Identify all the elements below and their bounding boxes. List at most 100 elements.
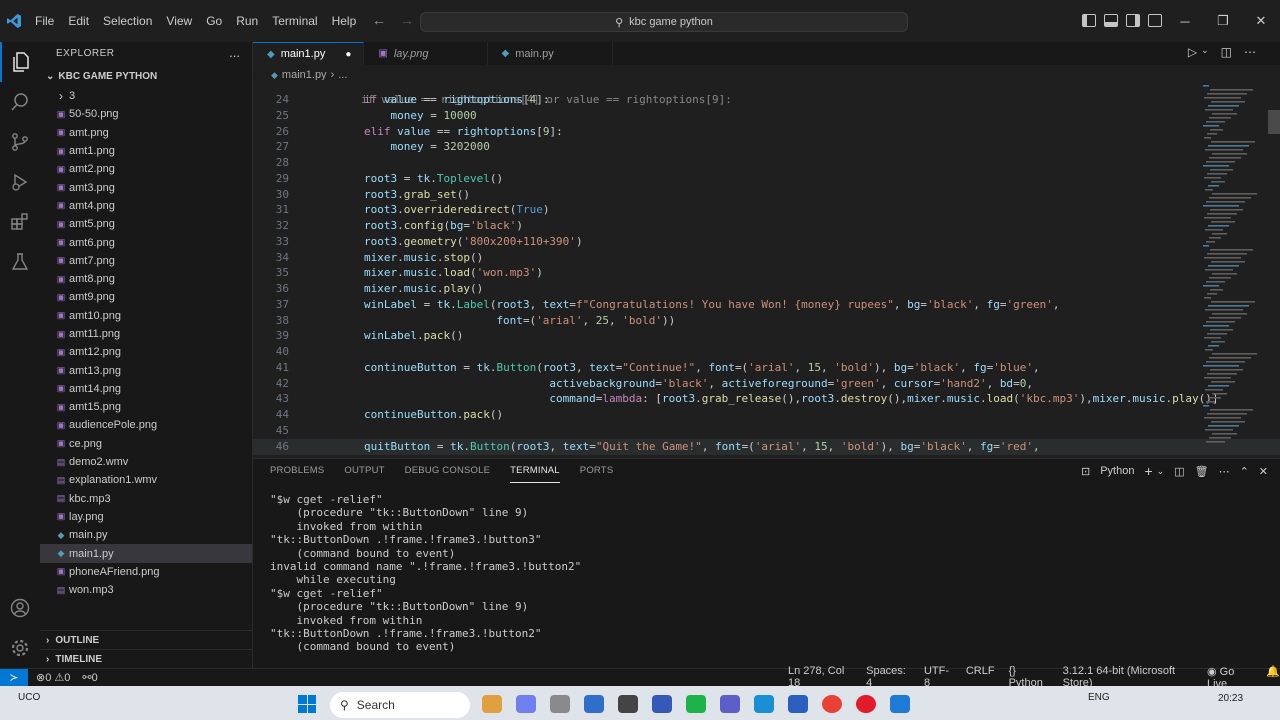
account-icon[interactable] — [0, 588, 40, 628]
terminal-output[interactable]: "$w cget -relief" (procedure "tk::Button… — [270, 493, 581, 654]
menu-file[interactable]: File — [28, 0, 61, 42]
clock[interactable]: 20:23 — [1218, 693, 1243, 704]
file-item[interactable]: ▣ amt5.png — [40, 215, 252, 233]
file-item[interactable]: ▤ explanation1.wmv — [40, 471, 252, 489]
terminal-shell-label[interactable]: Python — [1100, 465, 1134, 477]
new-terminal-icon[interactable]: + — [1144, 463, 1152, 479]
file-item[interactable]: ▣ 50-50.png — [40, 105, 252, 123]
file-item[interactable]: ▣ amt6.png — [40, 233, 252, 251]
teams-icon[interactable] — [720, 695, 740, 713]
file-item[interactable]: ▤ kbc.mp3 — [40, 490, 252, 508]
tab-lay-png[interactable]: ▣ lay.png — [364, 42, 488, 65]
minimize-icon[interactable]: ─ — [1166, 0, 1204, 42]
widget-app-icon[interactable] — [482, 695, 502, 713]
menu-edit[interactable]: Edit — [61, 0, 96, 42]
split-terminal-icon[interactable]: ◫ — [1174, 465, 1184, 478]
system-tray-lang[interactable]: ENG — [1088, 692, 1110, 703]
tab-ports[interactable]: PORTS — [580, 459, 614, 483]
opera-icon[interactable] — [856, 695, 876, 713]
file-item[interactable]: ▣ lay.png — [40, 508, 252, 526]
source-control-icon[interactable] — [0, 122, 40, 162]
file-explorer-icon[interactable] — [550, 695, 570, 713]
edge-icon[interactable] — [754, 695, 774, 713]
tab-output[interactable]: OUTPUT — [344, 459, 384, 483]
menu-go[interactable]: Go — [199, 0, 229, 42]
menu-run[interactable]: Run — [229, 0, 265, 42]
toggle-sidebar-icon[interactable] — [1082, 14, 1096, 27]
file-item[interactable]: ▤ demo2.wmv — [40, 453, 252, 471]
tab-debug-console[interactable]: DEBUG CONSOLE — [405, 459, 490, 483]
file-item[interactable]: ▣ amt7.png — [40, 252, 252, 270]
file-item[interactable]: ▣ amt15.png — [40, 398, 252, 416]
workspace-folder[interactable]: ⌄ KBC GAME PYTHON — [40, 65, 252, 87]
file-item[interactable]: ▣ amt14.png — [40, 380, 252, 398]
file-item[interactable]: › 3 — [40, 87, 252, 105]
run-file-icon[interactable]: ▷ — [1188, 45, 1197, 59]
file-item[interactable]: ▣ amt12.png — [40, 343, 252, 361]
forward-arrow-icon[interactable]: → — [400, 12, 414, 28]
explorer-more-button[interactable]: ... — [229, 45, 240, 60]
toggle-secondary-sidebar-icon[interactable] — [1126, 14, 1140, 27]
file-item[interactable]: ▣ audiencePole.png — [40, 416, 252, 434]
outline-section[interactable]: › OUTLINE — [40, 630, 253, 649]
file-item[interactable]: ▤ won.mp3 — [40, 581, 252, 599]
chevron-down-icon[interactable]: ⌄ — [1201, 45, 1209, 59]
more-actions-icon[interactable]: ⋯ — [1244, 45, 1256, 59]
app-icon[interactable] — [686, 695, 706, 713]
unsaved-dot-icon[interactable]: ● — [345, 49, 351, 60]
search-icon[interactable] — [0, 82, 40, 122]
menu-selection[interactable]: Selection — [96, 0, 159, 42]
testing-icon[interactable] — [0, 242, 40, 282]
app-icon[interactable] — [788, 695, 808, 713]
tab-main1-py[interactable]: ◆ main1.py ● — [253, 42, 365, 65]
close-panel-icon[interactable]: ✕ — [1259, 465, 1268, 478]
chevron-down-icon[interactable]: ⌄ — [1157, 466, 1165, 477]
store-icon[interactable] — [584, 695, 604, 713]
maximize-icon[interactable]: ❐ — [1204, 0, 1242, 42]
editor-scrollbar[interactable] — [1268, 110, 1280, 134]
file-item[interactable]: ▣ amt11.png — [40, 325, 252, 343]
extensions-icon[interactable] — [0, 202, 40, 242]
tab-terminal[interactable]: TERMINAL — [510, 459, 560, 483]
toggle-panel-icon[interactable] — [1104, 14, 1118, 27]
weather-widget[interactable]: UCO — [18, 692, 40, 703]
code-editor[interactable]: if value == rightoptions[4] or value == … — [253, 80, 1280, 458]
tab-main-py[interactable]: ◆ main.py — [488, 42, 613, 65]
vscode-icon[interactable] — [890, 695, 910, 713]
ports-indicator[interactable]: ⚯0 — [82, 671, 97, 684]
file-item[interactable]: ▣ amt1.png — [40, 142, 252, 160]
file-item[interactable]: ◆ main.py — [40, 526, 252, 544]
file-item[interactable]: ▣ amt9.png — [40, 288, 252, 306]
explorer-icon[interactable] — [0, 42, 40, 82]
minimap[interactable] — [1195, 85, 1265, 455]
maximize-panel-icon[interactable]: ⌃ — [1240, 465, 1249, 478]
menu-help[interactable]: Help — [325, 0, 364, 42]
file-item[interactable]: ▣ amt2.png — [40, 160, 252, 178]
copilot-icon[interactable] — [516, 695, 536, 713]
menu-view[interactable]: View — [159, 0, 199, 42]
file-item[interactable]: ▣ amt13.png — [40, 361, 252, 379]
taskbar-search[interactable]: ⚲ Search — [330, 692, 470, 718]
more-actions-icon[interactable]: ⋯ — [1219, 465, 1230, 478]
file-item[interactable]: ▣ amt3.png — [40, 178, 252, 196]
windows-start-icon[interactable] — [298, 695, 316, 713]
chrome-icon[interactable] — [822, 695, 842, 713]
file-item[interactable]: ◆ main1.py — [40, 544, 252, 563]
gear-icon[interactable] — [0, 628, 40, 668]
back-arrow-icon[interactable]: ← — [372, 12, 386, 28]
remote-icon[interactable]: ≻ — [0, 668, 28, 687]
close-icon[interactable]: ✕ — [1242, 0, 1280, 42]
app-icon[interactable] — [618, 695, 638, 713]
file-item[interactable]: ▣ amt4.png — [40, 197, 252, 215]
tab-problems[interactable]: PROBLEMS — [270, 459, 324, 483]
file-item[interactable]: ▣ amt10.png — [40, 307, 252, 325]
customize-layout-icon[interactable] — [1148, 14, 1162, 27]
command-center[interactable]: ⚲ kbc game python — [420, 12, 908, 32]
run-debug-icon[interactable] — [0, 162, 40, 202]
file-item[interactable]: ▣ phoneAFriend.png — [40, 563, 252, 581]
problems-indicator[interactable]: ⊗0 ⚠0 — [36, 671, 70, 684]
file-item[interactable]: ▣ amt.png — [40, 124, 252, 142]
menu-terminal[interactable]: Terminal — [265, 0, 324, 42]
split-editor-icon[interactable]: ◫ — [1221, 45, 1232, 59]
timeline-section[interactable]: › TIMELINE — [40, 649, 253, 668]
